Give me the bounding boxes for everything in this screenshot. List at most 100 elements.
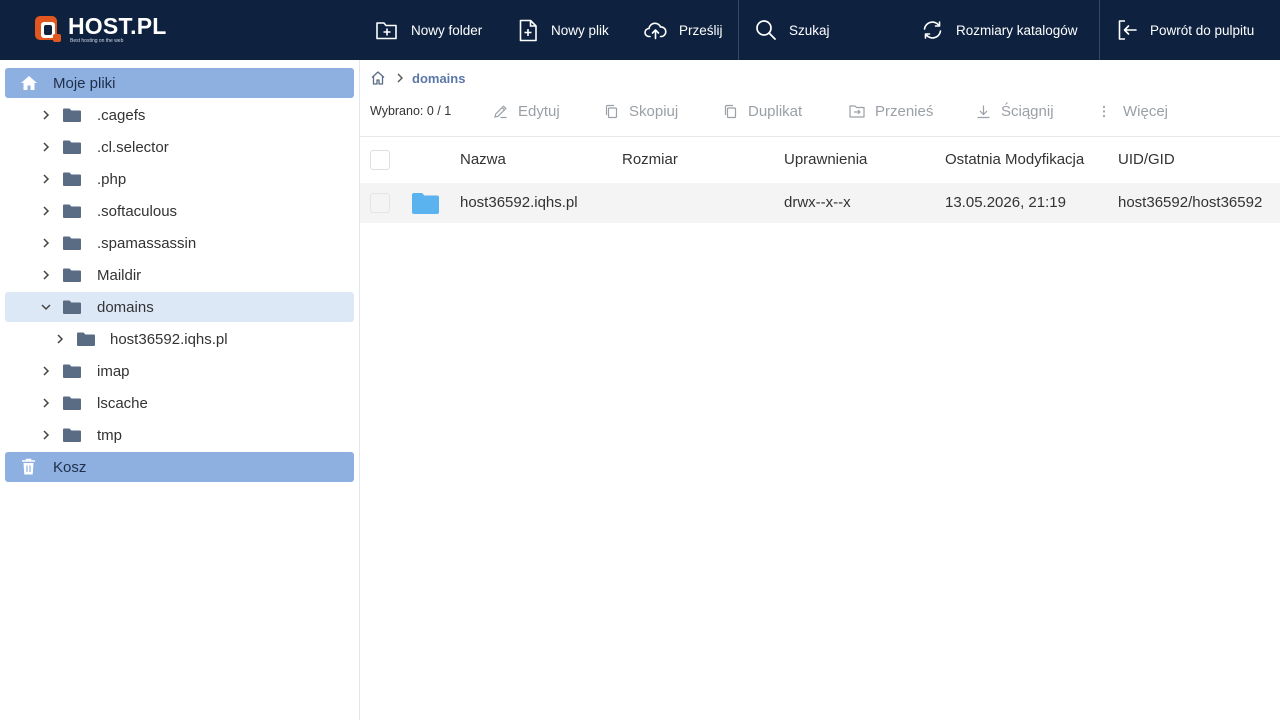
sidebar-item-label: .spamassassin: [97, 234, 197, 252]
upload-button[interactable]: Prześlij: [644, 0, 723, 60]
more-button[interactable]: Więcej: [1100, 103, 1168, 120]
folder-icon: [63, 268, 81, 282]
chevron-right-icon[interactable]: [41, 142, 51, 152]
sidebar-item-cl-selector[interactable]: .cl.selector: [5, 132, 354, 162]
download-icon: [977, 105, 990, 118]
dir-sizes-label: Rozmiary katalogów: [956, 22, 1078, 38]
row-permissions: drwx--x--x: [784, 194, 851, 211]
cloud-upload-icon: [644, 22, 667, 40]
folder-icon: [412, 193, 439, 214]
toolbar-separator: [738, 0, 739, 60]
trash-icon: [22, 458, 35, 475]
folder-icon: [77, 332, 95, 346]
breadcrumb-current[interactable]: domains: [412, 71, 465, 86]
back-to-panel-button[interactable]: Powrót do pulpitu: [1117, 0, 1254, 60]
select-all-checkbox[interactable]: [370, 150, 390, 170]
row-name[interactable]: host36592.iqhs.pl: [460, 194, 578, 211]
chevron-right-icon[interactable]: [41, 366, 51, 376]
move-label: Przenieś: [875, 102, 934, 120]
sidebar-item-label: imap: [97, 362, 130, 380]
duplicate-label: Duplikat: [748, 102, 803, 120]
row-checkbox[interactable]: [370, 193, 390, 213]
column-header-modified[interactable]: Ostatnia Modyfikacja: [945, 151, 1084, 168]
logo[interactable]: HOST.PL Best hosting on the web: [34, 12, 167, 46]
new-folder-button[interactable]: Nowy folder: [375, 0, 482, 60]
file-plus-icon: [519, 19, 537, 41]
chevron-right-icon[interactable]: [41, 206, 51, 216]
toolbar-separator: [1099, 0, 1100, 60]
sidebar-trash[interactable]: Kosz: [5, 452, 354, 482]
sidebar-item-label: domains: [97, 298, 154, 316]
folder-plus-icon: [376, 22, 397, 40]
sidebar-item-label: .softaculous: [97, 202, 178, 220]
sidebar-item-label: .php: [97, 170, 127, 188]
breadcrumb: domains: [370, 68, 465, 88]
sidebar-root-my-files[interactable]: Moje pliki: [5, 68, 354, 98]
search-label: Szukaj: [789, 22, 830, 38]
sidebar-root-label: Moje pliki: [53, 74, 116, 92]
folder-icon: [63, 204, 81, 218]
sidebar-item-tmp[interactable]: tmp: [5, 420, 354, 450]
home-icon: [21, 76, 37, 90]
sidebar-item-lscache[interactable]: lscache: [5, 388, 354, 418]
sidebar-item-domains[interactable]: domains: [5, 292, 354, 322]
folder-icon: [63, 428, 81, 442]
logo-mark-icon: [34, 14, 64, 44]
sidebar-item-imap[interactable]: imap: [5, 356, 354, 386]
folder-icon: [63, 172, 81, 186]
copy-button[interactable]: Skopiuj: [604, 103, 678, 120]
chevron-right-icon[interactable]: [41, 238, 51, 248]
copy-icon: [605, 104, 618, 118]
download-button[interactable]: Ściągnij: [976, 103, 1054, 120]
duplicate-button[interactable]: Duplikat: [723, 103, 802, 120]
edit-label: Edytuj: [518, 102, 560, 120]
chevron-right-icon[interactable]: [41, 174, 51, 184]
sidebar-item-label: tmp: [97, 426, 123, 444]
chevron-right-icon[interactable]: [55, 334, 65, 344]
edit-button[interactable]: Edytuj: [493, 103, 560, 120]
divider: [360, 136, 1280, 137]
file-browser: domains Wybrano: 0 / 1 Edytuj Skopiuj Du…: [360, 60, 1280, 720]
sidebar-item-maildir[interactable]: Maildir: [5, 260, 354, 290]
more-vertical-icon: [1102, 105, 1106, 117]
search-icon: [756, 20, 776, 40]
column-header-permissions[interactable]: Uprawnienia: [784, 151, 867, 168]
folder-tree: Moje pliki .cagefs .cl.selector .php .so…: [0, 60, 360, 720]
row-modified: 13.05.2026, 21:19: [945, 194, 1066, 211]
column-header-name[interactable]: Nazwa: [460, 151, 506, 168]
chevron-right-icon[interactable]: [41, 430, 51, 440]
folder-icon: [63, 396, 81, 410]
folder-icon: [63, 364, 81, 378]
sidebar-item-label: Maildir: [97, 266, 142, 284]
folder-move-icon: [849, 105, 865, 118]
new-folder-label: Nowy folder: [411, 22, 483, 38]
sidebar-item-label: .cagefs: [97, 106, 146, 124]
sidebar-item-php[interactable]: .php: [5, 164, 354, 194]
table-row[interactable]: host36592.iqhs.pl drwx--x--x 13.05.2026,…: [360, 183, 1280, 223]
chevron-right-icon[interactable]: [41, 270, 51, 280]
column-header-uid-gid[interactable]: UID/GID: [1118, 151, 1175, 168]
home-icon[interactable]: [370, 70, 386, 86]
move-button[interactable]: Przenieś: [849, 103, 933, 120]
sign-out-icon: [1118, 20, 1137, 40]
sidebar-item-label: .cl.selector: [97, 138, 169, 156]
sidebar-item-label: lscache: [97, 394, 148, 412]
copy-label: Skopiuj: [629, 102, 679, 120]
search-button[interactable]: Szukaj: [755, 0, 830, 60]
chevron-right-icon: [397, 73, 403, 83]
chevron-down-icon[interactable]: [41, 302, 51, 312]
folder-icon: [63, 300, 81, 314]
sidebar-item-softaculous[interactable]: .softaculous: [5, 196, 354, 226]
sidebar-item-cagefs[interactable]: .cagefs: [5, 100, 354, 130]
sidebar-item-host36592[interactable]: host36592.iqhs.pl: [5, 324, 354, 354]
column-header-size[interactable]: Rozmiar: [622, 151, 678, 168]
chevron-right-icon[interactable]: [41, 398, 51, 408]
chevron-right-icon[interactable]: [41, 110, 51, 120]
sidebar-item-spamassassin[interactable]: .spamassassin: [5, 228, 354, 258]
more-label: Więcej: [1123, 102, 1169, 120]
dir-sizes-button[interactable]: Rozmiary katalogów: [921, 0, 1078, 60]
top-bar: HOST.PL Best hosting on the web Nowy fol…: [0, 0, 1280, 60]
new-file-button[interactable]: Nowy plik: [518, 0, 609, 60]
folder-icon: [63, 108, 81, 122]
upload-label: Prześlij: [679, 22, 723, 38]
